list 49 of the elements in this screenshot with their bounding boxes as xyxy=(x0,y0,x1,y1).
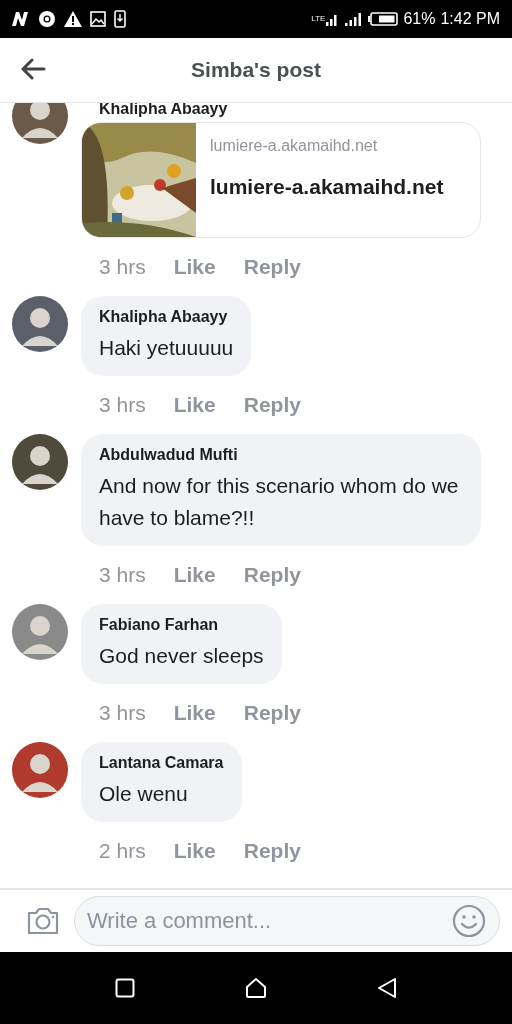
network-type: LTE xyxy=(311,14,326,23)
battery-icon xyxy=(368,12,399,26)
comment-time: 3 hrs xyxy=(99,701,146,725)
comment-text: Ole wenu xyxy=(99,781,189,807)
comment-time: 2 hrs xyxy=(99,839,146,863)
back-icon[interactable] xyxy=(377,977,397,999)
recent-apps-icon[interactable] xyxy=(115,978,135,998)
signal-icon xyxy=(345,12,364,26)
app-logo-icon xyxy=(10,11,30,27)
link-title: lumiere-a.akamaihd.net xyxy=(210,175,444,199)
image-icon xyxy=(90,11,106,27)
reply-button[interactable]: Reply xyxy=(243,563,301,587)
download-icon xyxy=(114,10,126,28)
like-button[interactable]: Like xyxy=(173,839,216,863)
comment-time: 3 hrs xyxy=(99,393,146,417)
like-button[interactable]: Like xyxy=(173,393,216,417)
battery-percent: 61% xyxy=(403,10,436,28)
avatar-icon[interactable] xyxy=(12,742,68,798)
author-name[interactable]: Fabiano Farhan xyxy=(99,616,264,634)
like-button[interactable]: Like xyxy=(173,563,216,587)
avatar-icon[interactable] xyxy=(12,296,68,352)
clock: 1:42 PM xyxy=(440,10,500,28)
like-button[interactable]: Like xyxy=(173,701,216,725)
reply-button[interactable]: Reply xyxy=(243,701,301,725)
comment-time: 3 hrs xyxy=(99,563,146,587)
avatar-icon[interactable] xyxy=(12,434,68,490)
reply-button[interactable]: Reply xyxy=(243,393,301,417)
home-icon[interactable] xyxy=(245,977,267,999)
back-button[interactable] xyxy=(20,58,46,80)
link-preview-card[interactable]: lumiere-a.akamaihd.net lumiere-a.akamaihd.net xyxy=(81,122,481,238)
author-name[interactable]: Abdulwadud Mufti xyxy=(99,446,463,464)
emoji-icon[interactable] xyxy=(452,904,486,938)
author-name[interactable]: Khalipha Abaayy xyxy=(99,103,228,117)
page-title: Simba's post xyxy=(191,58,321,82)
author-name[interactable]: Lantana Camara xyxy=(99,754,224,772)
camera-icon[interactable] xyxy=(26,906,60,936)
browser-icon xyxy=(38,10,56,28)
reply-button[interactable]: Reply xyxy=(243,255,301,279)
link-domain: lumiere-a.akamaihd.net xyxy=(210,137,379,155)
avatar-icon[interactable] xyxy=(12,103,68,144)
like-button[interactable]: Like xyxy=(173,255,216,279)
comment-text: Haki yetuuuuu xyxy=(99,335,234,361)
warning-icon xyxy=(64,11,82,27)
reply-button[interactable]: Reply xyxy=(243,839,301,863)
comment-text: God never sleeps xyxy=(99,643,264,669)
comment-input[interactable]: Write a comment... xyxy=(74,896,500,946)
comment-text: And now for this scenario whom do we have to blame?!! xyxy=(99,473,460,531)
author-name[interactable]: Khalipha Abaayy xyxy=(99,308,234,326)
comment-time: 3 hrs xyxy=(99,255,146,279)
